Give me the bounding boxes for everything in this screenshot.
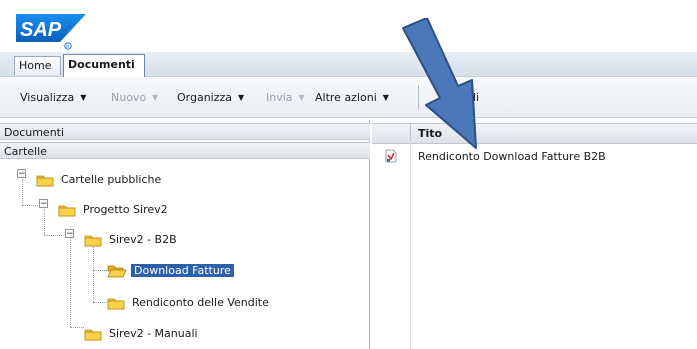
icon-column-header[interactable] [372, 124, 411, 143]
tree-item-sirev2-b2b[interactable]: Sirev2 - B2B [84, 231, 180, 249]
caret-down-icon: ▼ [298, 93, 305, 102]
collapse-toggle-icon[interactable]: − [39, 199, 48, 209]
tree-item-label: Cartelle pubbliche [61, 173, 162, 186]
visualizza-menu-button[interactable]: Visualizza ▼ [20, 91, 86, 104]
column-divider [410, 142, 411, 349]
invia-label: Invia [266, 91, 293, 104]
folder-icon [58, 205, 76, 217]
tree-connector [22, 179, 23, 205]
caret-down-icon: ▼ [152, 93, 159, 102]
tree-item-label: Sirev2 - Manuali [109, 327, 198, 340]
toolbar-separator [418, 85, 419, 109]
documenti-section-header[interactable]: Documenti [0, 123, 370, 140]
tree-item-label: Rendiconto delle Vendite [132, 296, 269, 309]
tree-connector [22, 205, 40, 206]
cartelle-section-header[interactable]: Cartelle [0, 142, 370, 159]
tree-connector [70, 234, 71, 327]
cartelle-section-label: Cartelle [4, 145, 47, 158]
tab-home-label: Home [19, 59, 52, 72]
tree-item-rendiconto-vendite[interactable]: Rendiconto delle Vendite [107, 294, 272, 312]
tree-connector [44, 209, 45, 235]
tree-item-label: Progetto Sirev2 [83, 203, 168, 216]
toolbar: Visualizza ▼ Nuovo ▼ Organizza ▼ Invia ▼ Alt… [0, 77, 697, 118]
tree-connector [44, 235, 62, 236]
visualizza-label: Visualizza [20, 91, 75, 104]
sap-logo-icon: SAP R [16, 14, 86, 50]
folder-icon [107, 298, 125, 310]
logo-text: SAP [20, 19, 62, 41]
folder-icon [36, 175, 54, 187]
caret-down-icon: ▼ [80, 93, 87, 102]
folder-icon [84, 235, 102, 247]
left-navigation-panel: Documenti Cartelle − − − Cartelle pubbli… [0, 120, 370, 349]
tree-connector [93, 244, 94, 302]
documenti-section-label: Documenti [4, 126, 65, 139]
report-document-icon [385, 149, 397, 163]
tree-item-progetto-sirev2[interactable]: Progetto Sirev2 [58, 201, 171, 219]
document-list-panel: Tito Rendiconto Download Fatture B2B [372, 120, 697, 349]
tree-item-label: Download Fatture [131, 264, 234, 277]
tab-home[interactable]: Home [14, 56, 61, 75]
nuovo-label: Nuovo [111, 91, 147, 104]
tree-item-download-fatture[interactable]: Download Fatture [107, 262, 234, 280]
organizza-label: Organizza [177, 91, 233, 104]
collapse-toggle-icon[interactable]: − [65, 229, 74, 239]
collapse-toggle-icon[interactable]: − [17, 169, 26, 179]
invia-menu-button[interactable]: Invia ▼ [266, 91, 305, 104]
nuovo-menu-button[interactable]: Nuovo ▼ [111, 91, 158, 104]
organizza-menu-button[interactable]: Organizza ▼ [177, 91, 244, 104]
tree-connector [93, 270, 107, 271]
caret-down-icon: ▼ [238, 93, 245, 102]
open-folder-icon [107, 265, 127, 278]
tree-item-sirev2-manuali[interactable]: Sirev2 - Manuali [84, 325, 201, 343]
tree-connector [70, 327, 84, 328]
title-column-header[interactable]: Tito [418, 127, 442, 140]
tree-item-label: Sirev2 - B2B [109, 233, 177, 246]
dettagli-label: gli [466, 91, 480, 104]
list-column-header: Tito [372, 123, 697, 144]
tab-documenti[interactable]: Documenti [63, 54, 145, 77]
list-item[interactable]: Rendiconto Download Fatture B2B [372, 146, 697, 168]
dettagli-button[interactable]: gli [466, 91, 479, 104]
altre-azioni-label: Altre azioni [315, 91, 377, 104]
tab-strip: Home Documenti [0, 52, 697, 77]
tree-item-cartelle-pubbliche[interactable]: Cartelle pubbliche [36, 171, 164, 189]
document-title: Rendiconto Download Fatture B2B [418, 150, 606, 163]
sap-logo: SAP R [16, 14, 95, 50]
folder-icon [84, 329, 102, 341]
caret-down-icon: ▼ [382, 93, 389, 102]
header-bar: SAP R [0, 0, 697, 52]
altre-azioni-menu-button[interactable]: Altre azioni ▼ [315, 91, 389, 104]
tab-documenti-label: Documenti [68, 58, 135, 71]
tree-connector [93, 302, 107, 303]
